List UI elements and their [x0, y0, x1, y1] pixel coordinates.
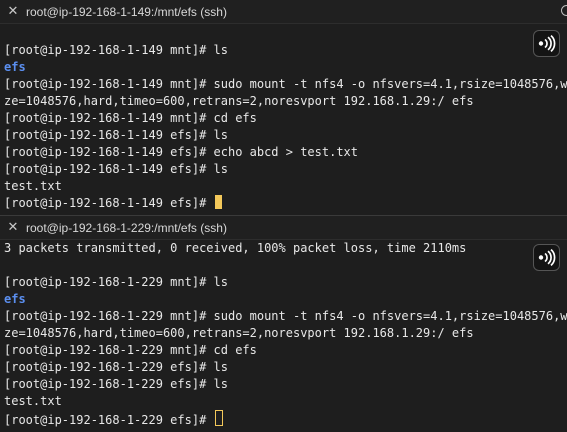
terminal-pane-top[interactable]: ✕ root@ip-192-168-1-149:/mnt/efs (ssh) [… [0, 0, 567, 215]
broadcast-button-top[interactable] [533, 30, 560, 57]
terminal-line: [root@ip-192-168-1-229 efs]# ls [4, 360, 228, 374]
pane-edge-handle-icon[interactable] [561, 5, 567, 16]
terminal-line: [root@ip-192-168-1-229 mnt]# cd efs [4, 343, 257, 357]
terminal-line: [root@ip-192-168-1-149 efs]# ls [4, 162, 228, 176]
terminal-line: ze=1048576,hard,timeo=600,retrans=2,nore… [4, 94, 474, 108]
terminal-output-bottom[interactable]: 3 packets transmitted, 0 received, 100% … [4, 240, 567, 427]
terminal-line: efs [4, 60, 26, 74]
broadcast-button-bottom[interactable] [533, 244, 560, 271]
prompt-text: [root@ip-192-168-1-229 efs]# [4, 413, 214, 427]
terminal-window: ✕ root@ip-192-168-1-149:/mnt/efs (ssh) [… [0, 0, 567, 432]
text-cursor [214, 195, 222, 209]
pane-titlebar-top[interactable]: ✕ root@ip-192-168-1-149:/mnt/efs (ssh) [0, 0, 567, 24]
terminal-line: ze=1048576,hard,timeo=600,retrans=2,nore… [4, 326, 474, 340]
terminal-pane-bottom[interactable]: ✕ root@ip-192-168-1-229:/mnt/efs (ssh) 3… [0, 216, 567, 432]
terminal-line: [root@ip-192-168-1-229 mnt]# sudo mount … [4, 309, 567, 323]
close-icon[interactable]: ✕ [7, 220, 19, 235]
terminal-line: test.txt [4, 179, 62, 193]
terminal-output-top[interactable]: [root@ip-192-168-1-149 mnt]# ls efs [root@… [4, 25, 567, 212]
terminal-line: [root@ip-192-168-1-229 efs]# ls [4, 377, 228, 391]
text-cursor [214, 410, 223, 426]
terminal-line: efs [4, 292, 26, 306]
terminal-line: 3 packets transmitted, 0 received, 100% … [4, 241, 467, 255]
broadcast-icon [538, 35, 556, 52]
terminal-line: test.txt [4, 394, 62, 408]
pane-title-bottom: root@ip-192-168-1-229:/mnt/efs (ssh) [26, 220, 227, 235]
terminal-line: [root@ip-192-168-1-149 efs]# echo abcd >… [4, 145, 359, 159]
close-icon[interactable]: ✕ [7, 4, 19, 19]
terminal-line: [root@ip-192-168-1-149 mnt]# cd efs [4, 111, 257, 125]
pane-titlebar-bottom[interactable]: ✕ root@ip-192-168-1-229:/mnt/efs (ssh) [0, 216, 567, 240]
terminal-prompt-line[interactable]: [root@ip-192-168-1-229 efs]# [4, 410, 563, 427]
terminal-prompt-line[interactable]: [root@ip-192-168-1-149 efs]# [4, 195, 563, 212]
prompt-text: [root@ip-192-168-1-149 efs]# [4, 196, 214, 210]
broadcast-icon [538, 249, 556, 266]
terminal-line: [root@ip-192-168-1-149 mnt]# ls [4, 43, 228, 57]
terminal-line: [root@ip-192-168-1-229 mnt]# ls [4, 275, 228, 289]
terminal-line: [root@ip-192-168-1-149 efs]# ls [4, 128, 228, 142]
terminal-line: [root@ip-192-168-1-149 mnt]# sudo mount … [4, 77, 567, 91]
pane-title-top: root@ip-192-168-1-149:/mnt/efs (ssh) [26, 4, 227, 19]
